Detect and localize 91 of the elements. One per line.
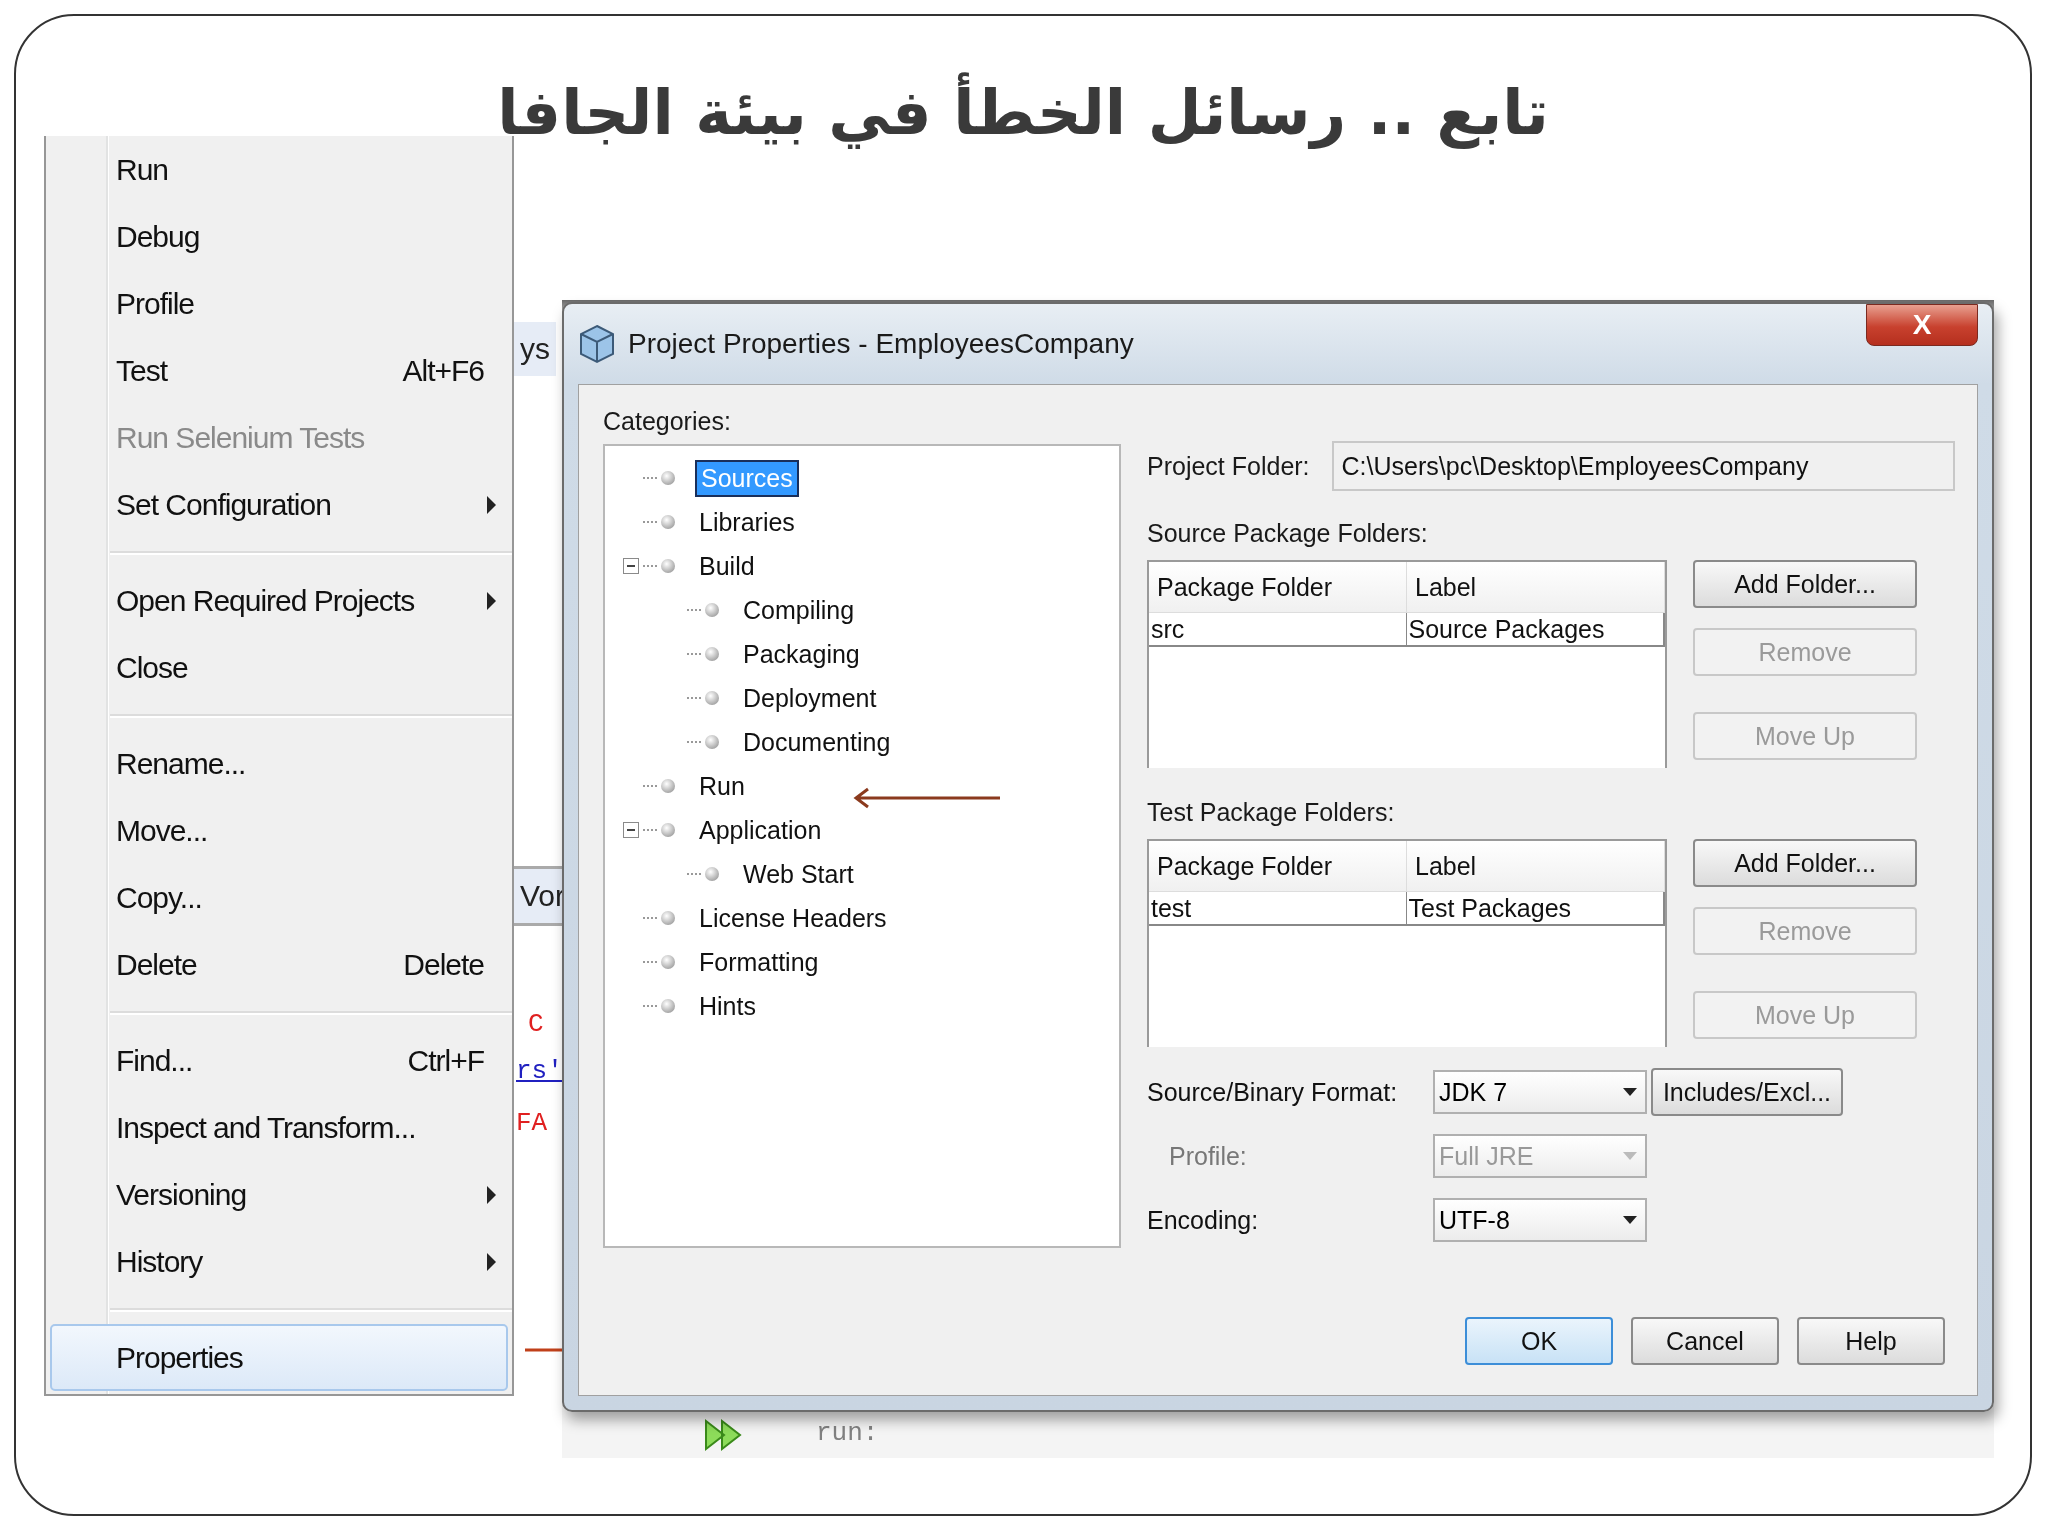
code-fragment: C: [528, 1009, 544, 1039]
bullet-icon: [661, 471, 675, 485]
tree-item[interactable]: Build: [695, 549, 759, 583]
bullet-icon: [661, 911, 675, 925]
table-cell-text: Source Packages: [1407, 613, 1606, 645]
menu-item[interactable]: Copy...: [46, 864, 512, 931]
dropdown[interactable]: JDK 7: [1433, 1070, 1647, 1114]
includes-button[interactable]: Includes/Excl...: [1651, 1068, 1843, 1116]
column-header[interactable]: Package Folder: [1149, 841, 1407, 891]
tree-line: [687, 873, 701, 875]
tree-item[interactable]: Formatting: [695, 945, 823, 979]
field-label: Project Folder:: [1147, 451, 1310, 481]
menu-item[interactable]: Run: [46, 136, 512, 203]
bullet-icon: [705, 647, 719, 661]
bullet-icon: [705, 867, 719, 881]
tree-item[interactable]: Deployment: [739, 681, 881, 715]
tab-fragment: ys: [514, 322, 556, 376]
column-header[interactable]: Label: [1407, 841, 1665, 891]
shortcut-label: Ctrl+F: [407, 1043, 484, 1078]
menu-item[interactable]: History: [46, 1228, 512, 1295]
menu-item[interactable]: Open Required Projects: [46, 567, 512, 634]
menu-item[interactable]: Properties: [50, 1324, 508, 1391]
menu-item[interactable]: Profile: [46, 270, 512, 337]
collapse-icon[interactable]: [623, 822, 639, 838]
setting-label: Profile:: [1168, 1141, 1248, 1171]
tree-line: [643, 829, 657, 831]
menu-item[interactable]: Test Alt+F6: [46, 337, 512, 404]
menu-item[interactable]: Rename...: [46, 730, 512, 797]
folder-button[interactable]: Add Folder...: [1693, 839, 1917, 887]
bullet-icon: [661, 779, 675, 793]
tree-line: [643, 1005, 657, 1007]
bullet-icon: [661, 955, 675, 969]
dialog-button[interactable]: Cancel: [1631, 1317, 1779, 1365]
table-cell: src: [1149, 613, 1407, 645]
section-label: Test Package Folders:: [1147, 798, 1396, 827]
bullet-icon: [705, 691, 719, 705]
shortcut-label: Alt+F6: [402, 353, 484, 388]
menu-item[interactable]: Close: [46, 634, 512, 701]
table-cell: test: [1149, 892, 1407, 924]
project-folder-field[interactable]: C:\Users\pc\Desktop\EmployeesCompany: [1331, 441, 1955, 491]
output-text: run:: [816, 1418, 879, 1448]
tree-line: [687, 697, 701, 699]
tree-item[interactable]: Documenting: [739, 725, 895, 759]
menu-item[interactable]: Inspect and Transform...: [46, 1094, 512, 1161]
bullet-icon: [705, 735, 719, 749]
bullet-icon: [661, 559, 675, 573]
leader-line: [525, 1348, 565, 1352]
tree-item[interactable]: Compiling: [739, 593, 859, 627]
menu-item[interactable]: Debug: [46, 203, 512, 270]
close-button[interactable]: X: [1866, 304, 1978, 346]
column-header[interactable]: Label: [1407, 562, 1665, 612]
tree-item[interactable]: Web Start: [739, 857, 858, 891]
dialog-button[interactable]: OK: [1465, 1317, 1613, 1365]
menu-item[interactable]: Delete Delete: [46, 931, 512, 998]
tree-line: [643, 785, 657, 787]
folder-button[interactable]: Add Folder...: [1693, 560, 1917, 608]
tree-item[interactable]: Libraries: [695, 505, 799, 539]
categories-label: Categories:: [603, 407, 732, 436]
shortcut-label: Delete: [403, 947, 484, 982]
code-fragment: FA: [516, 1108, 548, 1138]
tree-line: [643, 917, 657, 919]
tree-line: [687, 653, 701, 655]
tree-line: [643, 521, 657, 523]
cube-icon: [578, 324, 616, 364]
bullet-icon: [661, 999, 675, 1013]
tree-line: [643, 961, 657, 963]
tree-item[interactable]: License Headers: [695, 901, 891, 935]
tree-item[interactable]: Run: [695, 769, 749, 803]
bullet-icon: [661, 515, 675, 529]
menu-item[interactable]: Find... Ctrl+F: [46, 1027, 512, 1094]
tree-line: [643, 477, 657, 479]
tree-item[interactable]: Application: [695, 813, 826, 847]
bullet-icon: [705, 603, 719, 617]
table-cell-text: Test Packages: [1407, 892, 1573, 924]
tree-item[interactable]: Packaging: [739, 637, 864, 671]
tree-line: [687, 741, 701, 743]
collapse-icon[interactable]: [623, 558, 639, 574]
menu-item[interactable]: Move...: [46, 797, 512, 864]
dialog-button[interactable]: Help: [1797, 1317, 1945, 1365]
setting-label: Source/Binary Format:: [1147, 1077, 1399, 1107]
setting-label: Encoding:: [1147, 1205, 1260, 1235]
tree-line: [687, 609, 701, 611]
section-label: Source Package Folders:: [1147, 519, 1429, 548]
dialog-title: Project Properties - EmployeesCompany: [628, 328, 1135, 360]
menu-item[interactable]: Versioning: [46, 1161, 512, 1228]
bullet-icon: [661, 823, 675, 837]
dropdown[interactable]: UTF-8: [1433, 1198, 1647, 1242]
column-header[interactable]: Package Folder: [1149, 562, 1407, 612]
menu-item[interactable]: Set Configuration: [46, 471, 512, 538]
tree-line: [643, 565, 657, 567]
tree-item[interactable]: Hints: [695, 989, 760, 1023]
